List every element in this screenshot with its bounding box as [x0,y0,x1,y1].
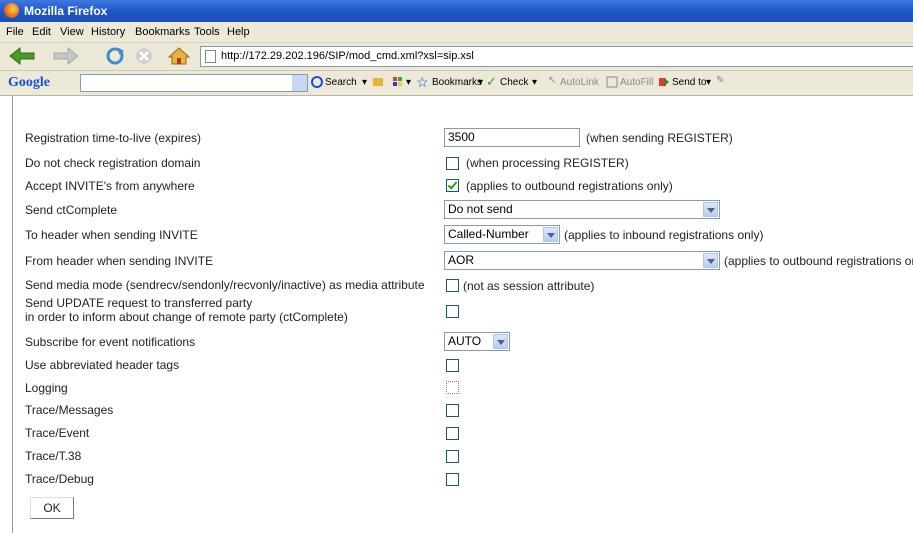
bookmarks-button[interactable]: Bookmarks [432,77,482,88]
stop-icon[interactable] [134,47,154,65]
trace-t38-checkbox[interactable] [446,450,459,463]
menu-edit[interactable]: Edit [32,26,51,38]
window-title: Mozilla Firefox [24,4,108,18]
highlight-icon[interactable] [372,76,384,88]
menu-view[interactable]: View [60,26,84,38]
window-titlebar: Mozilla Firefox [0,0,913,22]
media-mode-checkbox[interactable] [446,279,459,292]
address-bar[interactable]: http://172.29.202.196/SIP/mod_cmd.xml?xs… [200,46,913,67]
label-send-update: Send UPDATE request to transferred party [25,296,253,310]
menu-file[interactable]: File [6,26,24,38]
forward-icon[interactable] [52,47,80,65]
label-trace-event: Trace/Event [25,426,90,440]
google-toolbar: Google Search ▾ ▾ ☆ Bookmarks ▾ ✓ Check … [0,71,913,96]
note-to-header: (applies to inbound registrations only) [564,228,764,242]
trace-messages-checkbox[interactable] [446,404,459,417]
label-to-header: To header when sending INVITE [25,228,198,242]
from-header-select[interactable]: AOR [444,251,720,270]
label-subscribe-events: Subscribe for event notifications [25,335,196,349]
firefox-logo-icon [4,3,19,18]
menu-bar: File Edit View History Bookmarks Tools H… [0,22,913,43]
check-dropdown-icon[interactable]: ▾ [532,77,537,88]
menu-bookmarks[interactable]: Bookmarks [135,26,190,38]
settings-wrench-icon[interactable]: ✎ [716,75,724,86]
label-send-update-line2: in order to inform about change of remot… [25,310,348,324]
registration-ttl-value: 3500 [448,130,475,144]
to-header-select[interactable]: Called-Number [444,225,560,244]
no-check-domain-checkbox[interactable] [446,157,459,170]
label-trace-debug: Trace/Debug [25,472,94,486]
chevron-down-icon[interactable] [703,253,718,268]
note-media-mode: (not as session attribute) [463,279,595,293]
google-search-dropdown-icon[interactable] [292,75,307,91]
check-button[interactable]: Check [500,77,528,88]
url-text: http://172.29.202.196/SIP/mod_cmd.xml?xs… [221,50,474,62]
back-icon[interactable] [8,47,38,65]
label-no-check-domain: Do not check registration domain [25,156,201,170]
note-no-check-domain: (when processing REGISTER) [466,156,629,170]
label-accept-invite: Accept INVITE's from anywhere [25,179,195,193]
trace-event-checkbox[interactable] [446,427,459,440]
registration-ttl-input[interactable]: 3500 [444,128,580,147]
sendto-icon[interactable] [658,76,670,88]
subscribe-events-value: AUTO [448,334,482,348]
home-icon[interactable] [168,47,190,65]
sendto-dropdown-icon[interactable]: ▾ [706,77,711,88]
send-update-checkbox[interactable] [446,305,459,318]
note-accept-invite: (applies to outbound registrations only) [466,179,673,193]
label-logging: Logging [25,381,68,395]
to-header-value: Called-Number [448,227,529,241]
logging-checkbox[interactable] [446,381,459,394]
page-left-border [12,96,13,533]
google-logo: Google [8,75,50,90]
autofill-button[interactable]: AutoFill [620,77,653,88]
note-from-header: (applies to outbound registrations only) [724,254,913,268]
search-dropdown-icon[interactable]: ▾ [362,77,367,88]
label-send-ctcomplete: Send ctComplete [25,203,118,217]
accept-invite-checkbox[interactable] [446,179,459,192]
reload-icon[interactable] [104,47,126,65]
send-ctcomplete-select[interactable]: Do not send [444,200,720,219]
from-header-value: AOR [448,253,475,267]
bookmarks-dropdown-icon[interactable]: ▾ [478,77,483,88]
pagerank-dropdown-icon[interactable]: ▾ [406,77,411,88]
sendto-button[interactable]: Send to [672,77,706,88]
autolink-icon: ↖ [548,75,557,86]
label-registration-ttl: Registration time-to-live (expires) [25,131,202,145]
menu-history[interactable]: History [91,26,125,38]
trace-debug-checkbox[interactable] [446,473,459,486]
chevron-down-icon[interactable] [493,334,508,349]
subscribe-events-select[interactable]: AUTO [444,332,510,351]
chevron-down-icon[interactable] [703,202,718,217]
ok-button[interactable]: OK [30,497,74,519]
google-search-button[interactable]: Search [325,77,357,88]
autolink-button[interactable]: AutoLink [560,77,599,88]
label-from-header: From header when sending INVITE [25,254,214,268]
chevron-down-icon[interactable] [543,227,558,242]
spellcheck-icon[interactable]: ✓ [486,74,497,90]
google-search-input[interactable] [80,74,308,92]
menu-help[interactable]: Help [227,26,250,38]
page-icon [205,50,216,63]
autofill-icon [606,76,618,88]
google-g-icon[interactable] [311,76,323,88]
menu-tools[interactable]: Tools [194,26,220,38]
star-icon[interactable]: ☆ [416,74,429,91]
label-trace-messages: Trace/Messages [25,403,114,417]
note-registration-ttl: (when sending REGISTER) [586,131,733,145]
pagerank-icon[interactable] [392,76,404,88]
label-media-mode: Send media mode (sendrecv/sendonly/recvo… [25,278,425,292]
label-trace-t38: Trace/T.38 [25,449,82,463]
label-abbrev-tags: Use abbreviated header tags [25,358,180,372]
abbrev-tags-checkbox[interactable] [446,359,459,372]
send-ctcomplete-value: Do not send [448,202,513,216]
